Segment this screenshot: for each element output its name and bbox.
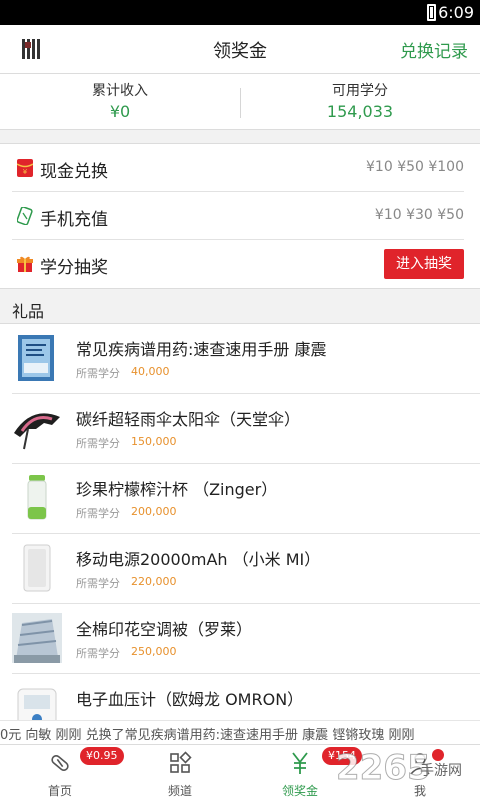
total-income-label: 累计收入 — [92, 83, 148, 99]
gift-points: 40,000 — [131, 365, 170, 378]
menu-credit-lottery[interactable]: 学分抽奖 进入抽奖 — [12, 240, 464, 288]
gift-name: 全棉印花空调被（罗莱） — [76, 620, 253, 639]
enter-lottery-button[interactable]: 进入抽奖 — [384, 249, 464, 279]
stats-panel: 累计收入 ¥0 可用学分 154,033 — [0, 74, 480, 130]
gift-name: 珍果柠檬榨汁杯 （Zinger） — [76, 480, 278, 499]
gift-need-label: 所需学分 — [76, 437, 120, 450]
tab-channel[interactable]: 频道 — [120, 745, 240, 800]
gift-points: 150,000 — [131, 435, 177, 448]
gift-box-icon — [17, 256, 33, 272]
gift-need-label: 所需学分 — [76, 647, 120, 660]
tab-label: 首页 — [47, 784, 72, 798]
umbrella-thumbnail — [14, 413, 60, 450]
gift-item[interactable]: 移动电源20000mAh （小米 MI） 所需学分 220,000 — [12, 534, 480, 604]
available-credits-value: 154,033 — [326, 102, 394, 121]
quilt-thumbnail — [12, 613, 62, 663]
gifts-section-header: 礼品 — [0, 290, 480, 324]
gift-item[interactable]: 全棉印花空调被（罗莱） 所需学分 250,000 — [12, 604, 480, 674]
site-watermark: 2265 手游网 — [336, 748, 480, 792]
title-bar: 领奖金 兑换记录 — [0, 25, 480, 74]
reward-menu: ¥ 现金兑换 ¥10 ¥50 ¥100 手机充值 ¥10 ¥30 ¥50 学分抽… — [0, 143, 480, 289]
svg-text:¥: ¥ — [23, 168, 28, 176]
tab-label: 频道 — [167, 784, 192, 798]
battery-icon — [427, 4, 436, 21]
gift-need-label: 所需学分 — [76, 577, 120, 590]
red-envelope-icon: ¥ — [17, 159, 33, 177]
menu-cash-exchange[interactable]: ¥ 现金兑换 ¥10 ¥50 ¥100 — [12, 144, 464, 192]
gift-need-label: 所需学分 — [76, 507, 120, 520]
menu-phone-recharge[interactable]: 手机充值 ¥10 ¥30 ¥50 — [12, 192, 464, 240]
available-credits-label: 可用学分 — [332, 83, 388, 99]
watermark-site: 手游网 — [420, 763, 462, 779]
home-badge: ¥0.95 — [80, 747, 124, 765]
book-thumbnail — [18, 335, 54, 381]
gift-points: 220,000 — [131, 575, 177, 588]
gift-item[interactable]: 珍果柠檬榨汁杯 （Zinger） 所需学分 200,000 — [12, 464, 480, 534]
gift-name: 常见疾病谱用药:速查速用手册 康震 — [76, 340, 327, 359]
watermark-number: 2265 — [336, 748, 432, 789]
gift-item[interactable]: 碳纤超轻雨伞太阳伞（天堂伞） 所需学分 150,000 — [12, 394, 480, 464]
redeem-history-link[interactable]: 兑换记录 — [400, 37, 468, 62]
menu-values: ¥10 ¥50 ¥100 — [366, 159, 464, 175]
blood-pressure-monitor-thumbnail — [17, 688, 57, 720]
gift-points: 250,000 — [131, 645, 177, 658]
gift-item[interactable]: 常见疾病谱用药:速查速用手册 康震 所需学分 40,000 — [12, 324, 480, 394]
pill-icon — [51, 754, 69, 772]
menu-label: 学分抽奖 — [40, 258, 108, 278]
total-income: 累计收入 ¥0 — [0, 80, 240, 121]
recharge-card-icon — [17, 207, 33, 225]
gift-points: 200,000 — [131, 505, 177, 518]
gift-list: 常见疾病谱用药:速查速用手册 康震 所需学分 40,000 碳纤超轻雨伞太阳伞（… — [0, 324, 480, 720]
power-bank-thumbnail — [23, 544, 51, 592]
menu-label: 现金兑换 — [40, 162, 108, 182]
juicer-cup-thumbnail — [27, 475, 47, 520]
yuan-icon — [292, 752, 308, 774]
redemption-ticker: 0元 向敏 刚刚 兑换了常见疾病谱用药:速查速用手册 康震 铿锵玫瑰 刚刚 — [0, 720, 480, 744]
gift-need-label: 所需学分 — [76, 367, 120, 380]
gift-name: 移动电源20000mAh （小米 MI） — [76, 550, 321, 569]
menu-values: ¥10 ¥30 ¥50 — [374, 207, 464, 223]
gift-item[interactable]: 电子血压计（欧姆龙 OMRON） — [12, 674, 480, 720]
tab-home[interactable]: ¥0.95 首页 — [0, 745, 124, 800]
menu-label: 手机充值 — [40, 210, 108, 230]
grid-icon — [170, 751, 192, 773]
ticker-text: 0元 向敏 刚刚 兑换了常见疾病谱用药:速查速用手册 康震 铿锵玫瑰 刚刚 — [0, 728, 415, 743]
status-bar: 6:09 — [0, 0, 480, 25]
available-credits: 可用学分 154,033 — [240, 80, 480, 121]
gifts-section-title: 礼品 — [12, 302, 45, 321]
status-time: 6:09 — [438, 3, 474, 22]
gift-name: 碳纤超轻雨伞太阳伞（天堂伞） — [76, 410, 301, 429]
gift-name: 电子血压计（欧姆龙 OMRON） — [76, 690, 304, 709]
total-income-value: ¥0 — [109, 102, 131, 121]
